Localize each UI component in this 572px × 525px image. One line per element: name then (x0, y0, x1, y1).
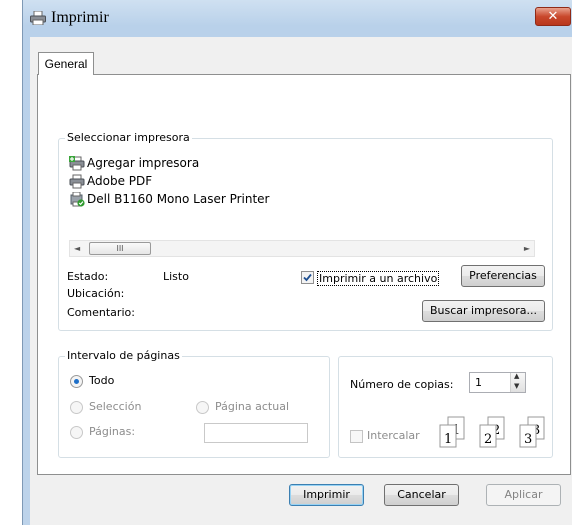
apply-button[interactable]: Aplicar (486, 484, 561, 506)
printer-label: Agregar impresora (87, 156, 200, 170)
printer-icon (30, 11, 46, 25)
scroll-grip: III (116, 244, 124, 253)
collate-pages-icon: 1 1 2 2 3 3 (439, 416, 545, 448)
printer-label: Adobe PDF (87, 174, 153, 188)
page-range-group: Intervalo de páginas Todo Selección Pági… (58, 349, 330, 458)
add-printer-icon (69, 156, 85, 171)
printer-item-dell[interactable]: Dell B1160 Mono Laser Printer (69, 192, 270, 210)
location-label: Ubicación: (67, 287, 125, 300)
spin-up-icon[interactable]: ▲ (514, 372, 519, 380)
preferences-button[interactable]: Preferencias (461, 265, 545, 287)
spin-down-icon[interactable]: ▼ (514, 382, 519, 390)
select-printer-group: Seleccionar impresora Agregar impresora (58, 131, 553, 331)
select-printer-legend: Seleccionar impresora (65, 131, 192, 144)
print-button-label: Imprimir (303, 488, 350, 501)
find-printer-button[interactable]: Buscar impresora... (422, 300, 545, 322)
selection-label[interactable]: Selección (89, 400, 141, 413)
window-title: Imprimir (51, 9, 109, 26)
svg-text:3: 3 (524, 432, 532, 447)
close-icon: ✕ (547, 9, 559, 24)
find-printer-button-label: Buscar impresora... (429, 304, 538, 317)
copies-label: Número de copias: (350, 378, 454, 391)
svg-text:1: 1 (444, 432, 452, 447)
printer-icon (69, 174, 85, 189)
cancel-button-label: Cancelar (397, 488, 446, 501)
selection-radio[interactable] (70, 401, 83, 414)
comment-label: Comentario: (67, 306, 135, 319)
close-button[interactable]: ✕ (535, 7, 571, 26)
collate-label[interactable]: Intercalar (367, 429, 420, 442)
tab-general[interactable]: General (38, 52, 94, 75)
print-to-file-checkbox[interactable] (301, 271, 314, 284)
printer-item-add[interactable]: Agregar impresora (69, 156, 199, 174)
print-dialog: Imprimir ✕ General Seleccionar impresora (22, 0, 572, 525)
preferences-button-label: Preferencias (469, 269, 537, 282)
print-button[interactable]: Imprimir (289, 484, 364, 506)
dialog-body: General Seleccionar impresora Agregar im… (30, 37, 572, 525)
print-to-file-label[interactable]: Imprimir a un archivo (317, 271, 440, 286)
current-page-label[interactable]: Página actual (215, 400, 289, 413)
printer-list-scrollbar[interactable]: ◄ III ► (69, 240, 535, 257)
apply-button-label: Aplicar (504, 488, 543, 501)
tab-panel-general: Seleccionar impresora Agregar impresora (37, 74, 571, 475)
collate-checkbox[interactable] (350, 430, 363, 443)
cancel-button[interactable]: Cancelar (384, 484, 459, 506)
checkmark-icon (303, 273, 312, 282)
status-label: Estado: (67, 270, 109, 283)
pages-input[interactable] (204, 423, 308, 443)
all-label[interactable]: Todo (89, 374, 114, 387)
current-page-radio[interactable] (196, 401, 209, 414)
scroll-left-icon[interactable]: ◄ (74, 241, 80, 256)
printer-default-icon (70, 192, 85, 207)
pages-label[interactable]: Páginas: (89, 425, 135, 438)
pages-radio[interactable] (70, 426, 83, 439)
svg-text:2: 2 (484, 432, 492, 447)
all-radio[interactable] (70, 375, 83, 388)
scroll-right-icon[interactable]: ► (524, 241, 530, 256)
status-value: Listo (163, 270, 189, 283)
printer-item-adobe-pdf[interactable]: Adobe PDF (69, 174, 152, 192)
copies-value: 1 (475, 376, 482, 389)
copies-spinner[interactable]: ▲ ▼ (510, 372, 525, 392)
copies-input[interactable]: 1 ▲ ▼ (469, 372, 526, 393)
page-range-legend: Intervalo de páginas (65, 349, 182, 362)
scroll-thumb[interactable]: III (89, 242, 151, 255)
copies-group: Número de copias: 1 ▲ ▼ Intercalar 1 1 (338, 356, 553, 458)
title-bar: Imprimir ✕ (23, 0, 572, 36)
printer-label: Dell B1160 Mono Laser Printer (87, 192, 270, 206)
